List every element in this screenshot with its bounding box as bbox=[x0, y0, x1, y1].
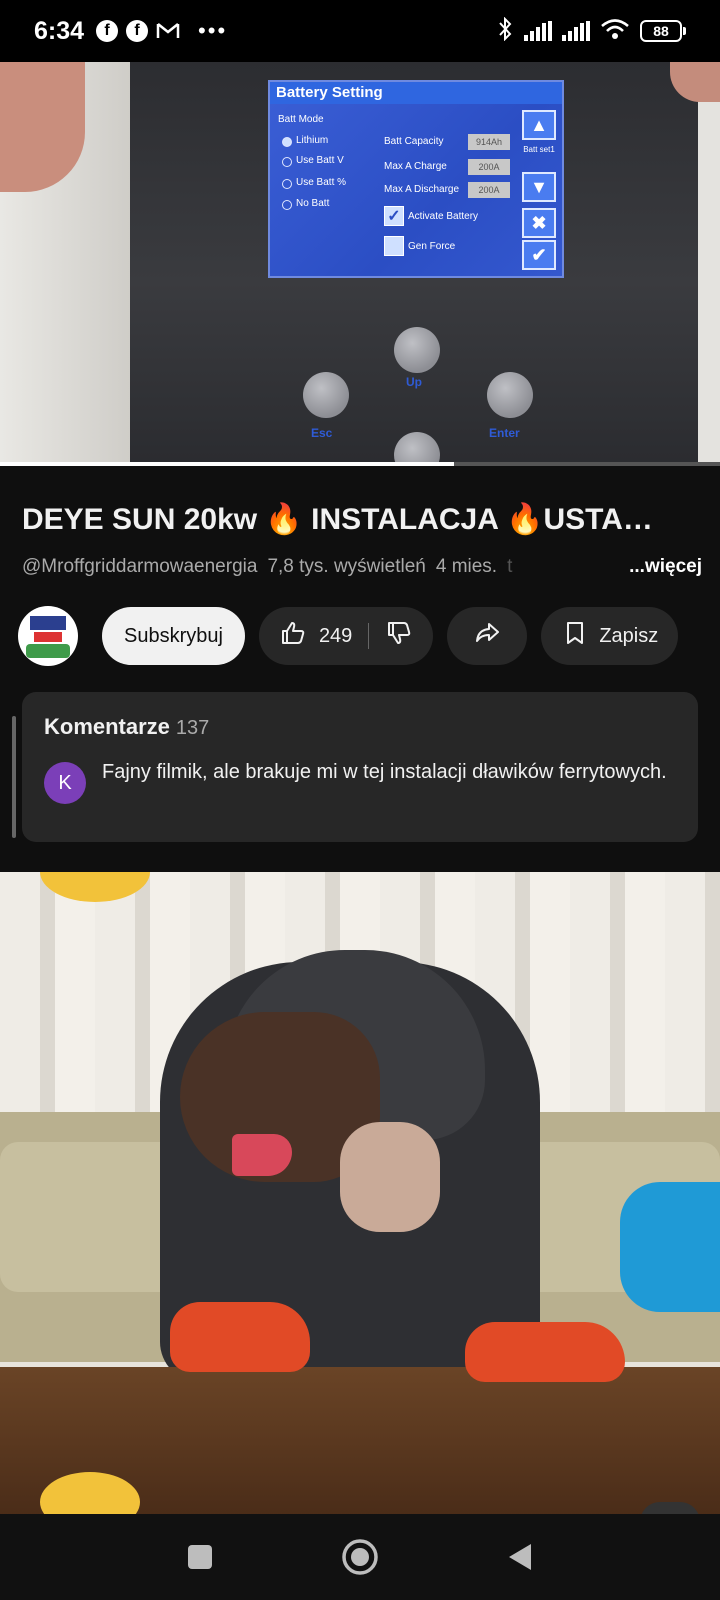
truncated-text: t bbox=[507, 556, 513, 577]
batt-set-label: Batt set1 bbox=[523, 145, 555, 154]
gen-force-checkbox bbox=[384, 236, 404, 256]
activate-battery-checkbox: ✓ bbox=[384, 206, 404, 226]
comments-heading: Komentarze 137 bbox=[44, 714, 676, 740]
batt-mode-label: Batt Mode bbox=[278, 114, 324, 125]
video-progress-fill bbox=[0, 462, 454, 466]
thumb-hand-right bbox=[465, 1322, 625, 1382]
field-value: 200A bbox=[468, 182, 510, 198]
home-circle-icon bbox=[342, 1539, 378, 1575]
thumbs-down-icon[interactable] bbox=[385, 619, 413, 653]
facebook-icon: f bbox=[96, 20, 119, 42]
video-progress-bar[interactable] bbox=[0, 462, 720, 466]
channel-handle[interactable]: @Mroffgriddarmowaenergia bbox=[22, 556, 257, 578]
up-knob bbox=[394, 327, 440, 373]
signal-icon bbox=[562, 21, 590, 41]
video-player[interactable]: Battery Setting Batt Mode Lithium Use Ba… bbox=[0, 62, 720, 462]
field-label: Max A Discharge bbox=[384, 184, 460, 195]
like-dislike-pill: 249 bbox=[258, 607, 434, 665]
esc-label: Esc bbox=[311, 426, 333, 440]
field-label: Batt Capacity bbox=[384, 136, 444, 147]
top-comment[interactable]: K Fajny filmik, ale brakuje mi w tej ins… bbox=[44, 756, 676, 804]
field-value: 200A bbox=[468, 159, 510, 175]
radio-use-batt-v bbox=[282, 157, 292, 167]
share-icon bbox=[473, 619, 501, 653]
save-button[interactable]: Zapisz bbox=[541, 607, 679, 665]
action-row: Subskrybuj 249 Zapisz bbox=[18, 606, 679, 666]
radio-no-batt bbox=[282, 200, 292, 210]
inverter-screen: Battery Setting Batt Mode Lithium Use Ba… bbox=[268, 80, 564, 278]
video-frame-wall-right bbox=[698, 62, 720, 462]
status-time: 6:34 bbox=[34, 16, 85, 45]
view-count: 7,8 tys. wyświetleń bbox=[267, 556, 426, 577]
comments-count: 137 bbox=[175, 717, 210, 739]
bookmark-icon bbox=[561, 619, 589, 653]
inverter-screen-title: Battery Setting bbox=[270, 82, 562, 104]
check-icon: ✔ bbox=[522, 240, 556, 270]
next-video-thumbnail[interactable] bbox=[0, 872, 720, 1514]
comment-text: Fajny filmik, ale brakuje mi w tej insta… bbox=[102, 761, 667, 783]
back-button[interactable] bbox=[498, 1535, 542, 1579]
back-triangle-icon bbox=[509, 1544, 531, 1570]
channel-avatar[interactable] bbox=[18, 606, 78, 666]
more-link[interactable]: ...więcej bbox=[629, 556, 702, 578]
home-button[interactable] bbox=[338, 1535, 382, 1579]
radio-lithium bbox=[282, 137, 292, 147]
mode-lithium: Lithium bbox=[296, 135, 329, 146]
thumbs-up-icon[interactable] bbox=[279, 619, 307, 653]
more-notifications-indicator: ••• bbox=[198, 18, 228, 43]
thumb-dog-mouth bbox=[232, 1134, 292, 1176]
signal-icon bbox=[524, 21, 552, 41]
radio-use-batt-percent bbox=[282, 179, 292, 189]
arrow-up-icon: ▲ bbox=[522, 110, 556, 140]
comments-title: Komentarze bbox=[44, 714, 170, 739]
battery-level: 88 bbox=[640, 20, 682, 42]
battery-icon: 88 bbox=[640, 20, 686, 42]
upload-age: 4 mies. bbox=[435, 556, 498, 577]
mode-use-batt-v: Use Batt V bbox=[296, 155, 344, 166]
thumb-blue-pillow bbox=[620, 1182, 720, 1312]
like-count[interactable]: 249 bbox=[319, 625, 352, 648]
status-bar: 6:34 f f ••• 88 bbox=[0, 0, 720, 62]
field-label: Max A Charge bbox=[384, 161, 447, 172]
thumb-dog-chest bbox=[340, 1122, 440, 1232]
video-meta[interactable]: @Mroffgriddarmowaenergia 7,8 tys. wyświe… bbox=[22, 556, 702, 578]
commenter-avatar: K bbox=[44, 762, 86, 804]
mode-use-batt-percent: Use Batt % bbox=[296, 177, 347, 188]
wifi-icon bbox=[600, 18, 630, 45]
save-label: Zapisz bbox=[599, 624, 659, 647]
gmail-icon bbox=[156, 21, 180, 41]
subscribe-button[interactable]: Subskrybuj bbox=[102, 607, 245, 665]
field-value: 914Ah bbox=[468, 134, 510, 150]
enter-knob bbox=[487, 372, 533, 418]
enter-label: Enter bbox=[489, 426, 520, 440]
up-label: Up bbox=[406, 375, 422, 389]
mode-no-batt: No Batt bbox=[296, 198, 330, 209]
video-title[interactable]: DEYE SUN 20kw 🔥 INSTALACJA 🔥USTA… bbox=[22, 502, 702, 537]
esc-knob bbox=[303, 372, 349, 418]
gen-force-label: Gen Force bbox=[408, 241, 456, 252]
activate-battery-label: Activate Battery bbox=[408, 211, 479, 222]
bluetooth-icon bbox=[496, 16, 514, 46]
share-button[interactable] bbox=[447, 607, 528, 665]
system-navigation-bar bbox=[0, 1514, 720, 1600]
arrow-down-icon: ▼ bbox=[522, 172, 556, 202]
scroll-indicator bbox=[12, 716, 16, 838]
recents-button[interactable] bbox=[178, 1535, 222, 1579]
comments-card[interactable]: Komentarze 137 K Fajny filmik, ale brakuj… bbox=[22, 692, 698, 842]
close-icon: ✖ bbox=[522, 208, 556, 238]
facebook-icon: f bbox=[126, 20, 149, 42]
thumb-hand-left bbox=[170, 1302, 310, 1372]
square-icon bbox=[188, 1545, 212, 1569]
like-divider bbox=[368, 623, 370, 649]
